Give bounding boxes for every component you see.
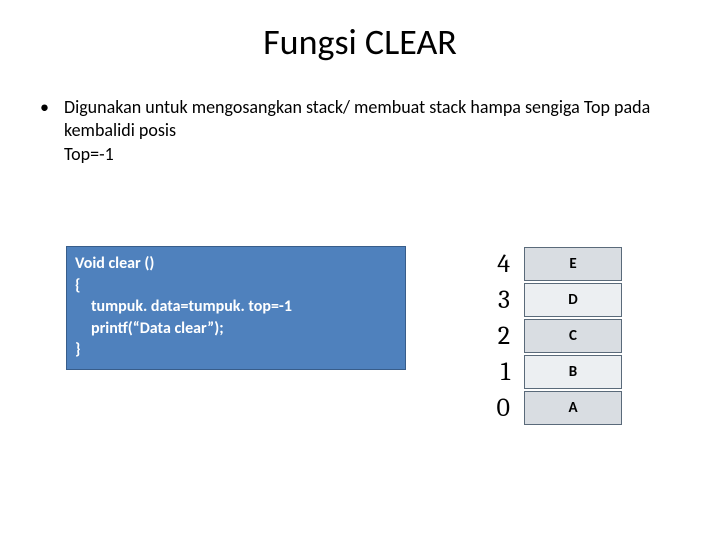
- code-line: printf(“Data clear”);: [75, 318, 397, 340]
- stack-cell: B: [524, 355, 622, 389]
- stack-cell: A: [524, 391, 622, 425]
- stack-cell: D: [524, 283, 622, 317]
- code-line: }: [75, 339, 397, 361]
- bullet-block: • Digunakan untuk mengosangkan stack/ me…: [40, 96, 680, 166]
- stack-index: 1: [470, 357, 524, 387]
- bullet-text-line1: Digunakan untuk mengosangkan stack/ memb…: [64, 96, 680, 143]
- code-box: Void clear () { tumpuk. data=tumpuk. top…: [66, 246, 406, 370]
- stack-index: 0: [470, 393, 524, 423]
- code-line: tumpuk. data=tumpuk. top=-1: [75, 296, 397, 318]
- stack-index: 3: [470, 285, 524, 315]
- code-line: {: [75, 275, 397, 297]
- stack-row: 4 E: [470, 246, 622, 282]
- stack-cell: C: [524, 319, 622, 353]
- stack-row: 2 C: [470, 318, 622, 354]
- stack-cell: E: [524, 247, 622, 281]
- slide: Fungsi CLEAR • Digunakan untuk mengosang…: [0, 0, 720, 540]
- bullet-text-line2: Top=-1: [64, 143, 680, 166]
- stack-index: 4: [470, 249, 524, 279]
- bullet-marker: •: [40, 96, 64, 143]
- code-line: Void clear (): [75, 253, 397, 275]
- stack-index: 2: [470, 321, 524, 351]
- stack-diagram: 4 E 3 D 2 C 1 B 0 A: [470, 246, 622, 426]
- stack-row: 1 B: [470, 354, 622, 390]
- slide-title: Fungsi CLEAR: [0, 20, 720, 64]
- bullet-item: • Digunakan untuk mengosangkan stack/ me…: [40, 96, 680, 143]
- stack-row: 0 A: [470, 390, 622, 426]
- stack-row: 3 D: [470, 282, 622, 318]
